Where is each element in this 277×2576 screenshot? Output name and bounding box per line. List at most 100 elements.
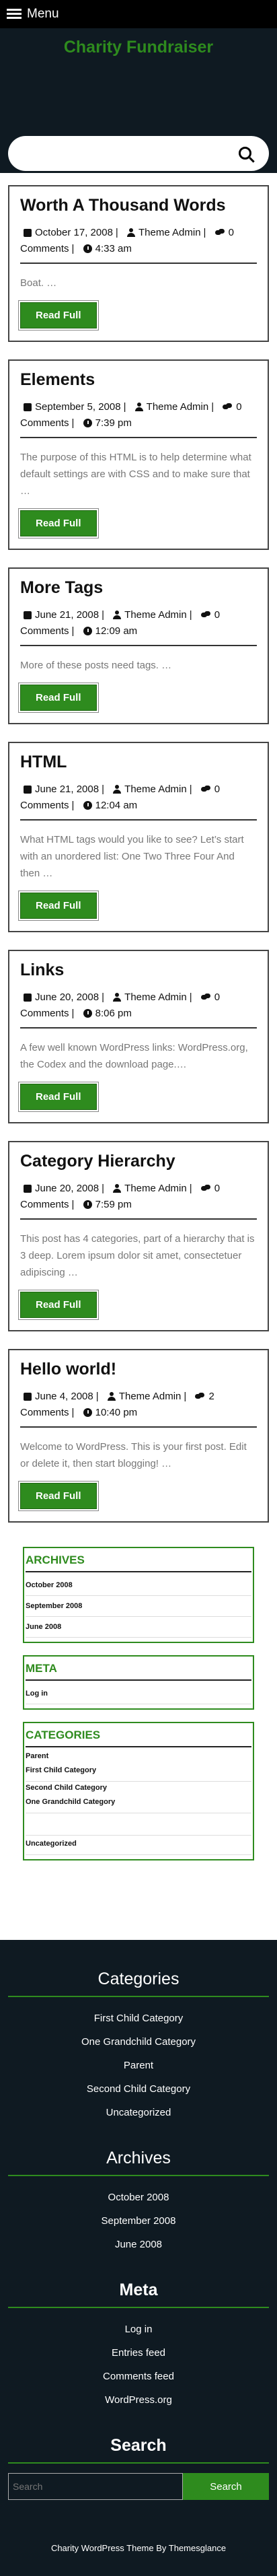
category-link[interactable]: First Child Category [26, 1762, 251, 1782]
footer-meta-link[interactable]: Log in [8, 2318, 269, 2341]
read-full-button[interactable]: Read Full [20, 685, 97, 711]
sidebar: ARCHIVES October 2008 September 2008 Jun… [0, 1540, 277, 1900]
user-icon [113, 611, 122, 619]
user-icon [134, 403, 143, 411]
post-excerpt: What HTML tags would you like to see? Le… [20, 834, 244, 879]
widget-title: META [26, 1662, 251, 1681]
site-footer: Categories First Child Category One Gran… [0, 1940, 277, 2576]
archive-link[interactable]: September 2008 [26, 1596, 251, 1617]
footer-search-button[interactable]: Search [183, 2473, 269, 2500]
post-meta: June 20, 2008 | Theme Admin | 0 Comments | … [20, 989, 257, 1029]
user-icon [127, 228, 135, 237]
post-card: Worth A Thousand Words October 17, 2008 |… [8, 185, 269, 342]
post-author[interactable]: Theme Admin [138, 227, 201, 238]
clock-icon [83, 1408, 92, 1417]
calendar-icon [24, 229, 32, 237]
category-link[interactable]: One Grandchild Category [26, 1794, 251, 1813]
calendar-icon [24, 786, 32, 794]
post-title[interactable]: Links [20, 961, 257, 980]
clock-icon [83, 1200, 92, 1209]
category-link[interactable]: Parent [26, 1750, 251, 1762]
calendar-icon [24, 994, 32, 1002]
read-full-button[interactable]: Read Full [20, 302, 97, 328]
footer-archive-link[interactable]: September 2008 [8, 2209, 269, 2233]
post-date[interactable]: June 4, 2008 [35, 1391, 93, 1402]
meta-link[interactable]: Log in [26, 1683, 251, 1704]
category-link[interactable]: Second Child Category [26, 1782, 251, 1794]
post-date[interactable]: September 5, 2008 [35, 401, 121, 413]
read-full-button[interactable]: Read Full [20, 1292, 97, 1318]
footer-meta-title: Meta [8, 2281, 269, 2308]
widget-title: ARCHIVES [26, 1554, 251, 1572]
footer-search-input[interactable] [8, 2473, 183, 2500]
post-author[interactable]: Theme Admin [119, 1391, 182, 1402]
header-search-bar[interactable] [8, 136, 269, 171]
user-icon [113, 1184, 122, 1193]
header-hero: Charity Fundraiser [0, 28, 277, 173]
post-time: 10:40 pm [95, 1407, 138, 1418]
site-title[interactable]: Charity Fundraiser [0, 28, 277, 57]
clock-icon [83, 801, 92, 810]
post-author[interactable]: Theme Admin [147, 401, 209, 413]
categories-widget: CATEGORIES Parent First Child Category S… [23, 1722, 254, 1860]
comments-icon [200, 1185, 211, 1193]
comments-icon [200, 786, 211, 794]
post-excerpt: A few well known WordPress links: WordPr… [20, 1042, 248, 1070]
post-time: 4:33 am [95, 243, 132, 254]
post-card: Category Hierarchy June 20, 2008 | Theme … [8, 1141, 269, 1331]
post-time: 7:59 pm [95, 1199, 132, 1210]
footer-meta-link[interactable]: Comments feed [8, 2365, 269, 2388]
post-author[interactable]: Theme Admin [124, 784, 187, 795]
post-title[interactable]: More Tags [20, 578, 257, 598]
footer-meta-link[interactable]: WordPress.org [8, 2388, 269, 2412]
footer-search-form: Search [8, 2473, 269, 2500]
post-date[interactable]: October 17, 2008 [35, 227, 113, 238]
post-date[interactable]: June 21, 2008 [35, 784, 99, 795]
post-title[interactable]: Category Hierarchy [20, 1152, 257, 1171]
read-full-button[interactable]: Read Full [20, 1084, 97, 1110]
clock-icon [83, 244, 92, 253]
category-link[interactable]: Uncategorized [26, 1836, 251, 1855]
footer-archives-title: Archives [8, 2149, 269, 2176]
post-title[interactable]: Elements [20, 370, 257, 390]
archive-link[interactable]: June 2008 [26, 1617, 251, 1638]
post-meta: September 5, 2008 | Theme Admin | 0 Commen… [20, 399, 257, 438]
footer-category-link[interactable]: Uncategorized [8, 2101, 269, 2124]
comments-icon [214, 229, 225, 237]
menu-icon[interactable] [7, 9, 22, 20]
footer-archive-link[interactable]: June 2008 [8, 2233, 269, 2256]
clock-icon [83, 419, 92, 427]
read-full-button[interactable]: Read Full [20, 1483, 97, 1509]
footer-credit[interactable]: Charity WordPress Theme By Themesglance [8, 2543, 269, 2563]
post-meta: June 21, 2008 | Theme Admin | 0 Comments | … [20, 607, 257, 646]
footer-category-link[interactable]: One Grandchild Category [8, 2030, 269, 2054]
post-meta: June 20, 2008 | Theme Admin | 0 Comments | … [20, 1181, 257, 1220]
footer-meta-link[interactable]: Entries feed [8, 2341, 269, 2365]
read-full-button[interactable]: Read Full [20, 510, 97, 536]
post-title[interactable]: Worth A Thousand Words [20, 196, 257, 215]
menu-label[interactable]: Menu [27, 7, 59, 22]
post-author[interactable]: Theme Admin [124, 1183, 187, 1194]
footer-category-link[interactable]: First Child Category [8, 2007, 269, 2030]
post-meta: October 17, 2008 | Theme Admin | 0 Comment… [20, 225, 257, 264]
post-date[interactable]: June 21, 2008 [35, 609, 99, 621]
post-author[interactable]: Theme Admin [124, 609, 187, 621]
user-icon [113, 993, 122, 1002]
post-title[interactable]: Hello world! [20, 1360, 257, 1379]
post-date[interactable]: June 20, 2008 [35, 991, 99, 1003]
calendar-icon [24, 403, 32, 411]
post-list: Worth A Thousand Words October 17, 2008 |… [0, 173, 277, 1523]
search-icon[interactable] [239, 147, 251, 160]
post-excerpt: Boat. … [20, 277, 57, 289]
footer-archive-link[interactable]: October 2008 [8, 2186, 269, 2209]
post-date[interactable]: June 20, 2008 [35, 1183, 99, 1194]
footer-categories-list: First Child Category One Grandchild Cate… [8, 2007, 269, 2124]
footer-category-link[interactable]: Second Child Category [8, 2077, 269, 2101]
comments-icon [223, 403, 233, 411]
archive-link[interactable]: October 2008 [26, 1575, 251, 1596]
footer-category-link[interactable]: Parent [8, 2054, 269, 2077]
read-full-button[interactable]: Read Full [20, 893, 97, 919]
post-author[interactable]: Theme Admin [124, 991, 187, 1003]
post-title[interactable]: HTML [20, 753, 257, 772]
post-excerpt: The purpose of this HTML is to help dete… [20, 452, 251, 497]
